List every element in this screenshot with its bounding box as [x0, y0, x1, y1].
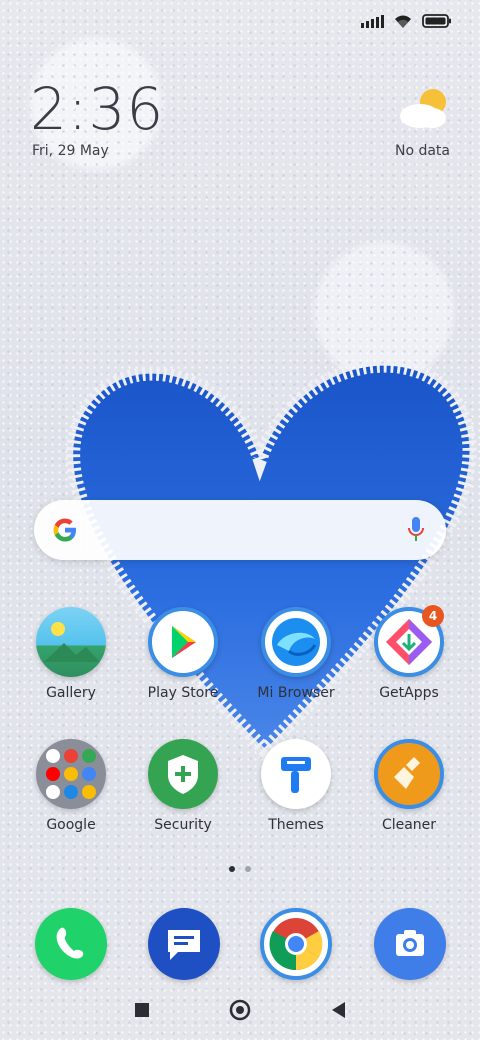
navigation-bar	[0, 980, 480, 1040]
page-dot	[245, 866, 251, 872]
app-label: Themes	[268, 817, 324, 833]
page-dot-active	[229, 866, 235, 872]
square-icon[interactable]	[128, 996, 156, 1024]
app-label: Cleaner	[381, 817, 437, 833]
app-label: GetApps	[379, 685, 439, 701]
app-getapps[interactable]: 4 GetApps	[354, 605, 464, 701]
messages-icon[interactable]	[148, 908, 220, 980]
clock-time[interactable]: 2:36	[30, 80, 164, 138]
notification-badge: 4	[422, 605, 444, 627]
google-g-icon	[53, 518, 76, 542]
gallery-icon	[36, 607, 106, 677]
app-themes[interactable]: Themes	[241, 739, 351, 833]
clock-date[interactable]: Fri, 29 May	[32, 143, 109, 159]
app-label: Play Store	[147, 685, 219, 701]
circle-icon[interactable]	[226, 996, 254, 1024]
play-store-icon	[148, 607, 218, 677]
phone-icon[interactable]	[35, 908, 107, 980]
mi-browser-icon	[261, 607, 331, 677]
app-google-folder[interactable]: Google	[16, 739, 126, 833]
app-play-store[interactable]: Play Store	[128, 607, 238, 701]
chrome-icon[interactable]	[260, 908, 332, 980]
app-cleaner[interactable]: Cleaner	[354, 739, 464, 833]
partly-cloudy-icon[interactable]	[398, 86, 450, 134]
app-security[interactable]: Security	[128, 739, 238, 833]
triangle-back-icon[interactable]	[324, 996, 352, 1024]
app-label: Gallery	[46, 685, 96, 701]
cleaner-icon	[374, 739, 444, 809]
mic-icon[interactable]	[406, 515, 426, 545]
getapps-icon: 4	[374, 605, 444, 677]
weather-status[interactable]: No data	[395, 143, 450, 159]
app-gallery[interactable]: Gallery	[16, 607, 126, 701]
status-bar	[361, 10, 452, 32]
app-label: Mi Browser	[257, 685, 335, 701]
camera-icon[interactable]	[374, 908, 446, 980]
google-folder-icon	[36, 739, 106, 809]
wifi-icon	[393, 13, 413, 29]
page-indicator	[0, 866, 480, 872]
battery-icon	[422, 14, 452, 28]
security-icon	[148, 739, 218, 809]
signal-icon	[361, 14, 384, 28]
app-label: Google	[46, 817, 96, 833]
themes-icon	[261, 739, 331, 809]
google-search-bar[interactable]	[34, 500, 446, 560]
app-label: Security	[154, 817, 212, 833]
app-mi-browser[interactable]: Mi Browser	[241, 607, 351, 701]
